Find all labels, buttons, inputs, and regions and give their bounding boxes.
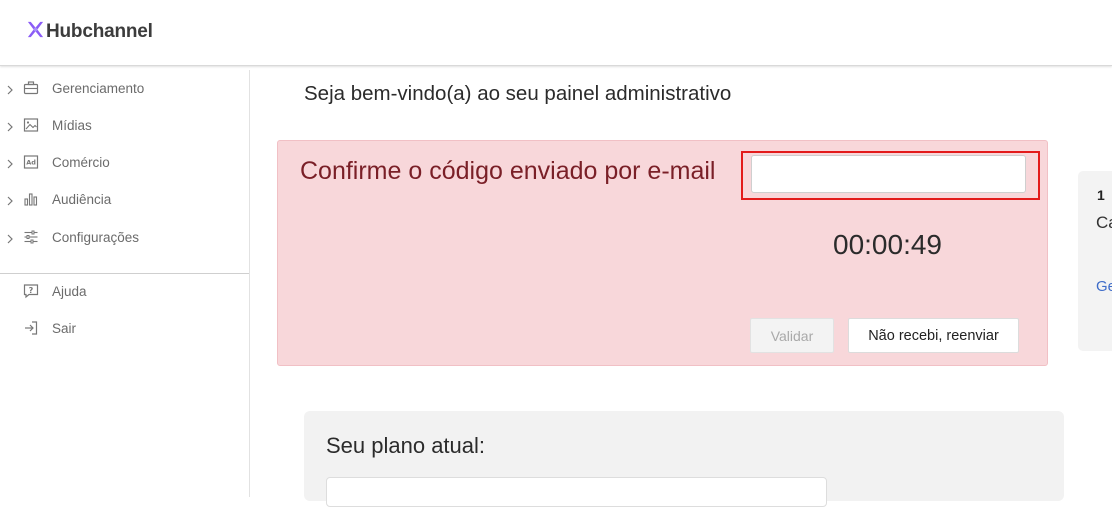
sidebar-item-label: Ajuda xyxy=(52,284,87,299)
svg-text:Ad: Ad xyxy=(26,159,36,167)
plan-title: Seu plano atual: xyxy=(326,433,486,458)
sidebar-item-sair[interactable]: Sair xyxy=(0,319,249,339)
countdown-timer: 00:00:49 xyxy=(833,229,942,260)
chevron-right-icon xyxy=(6,84,14,96)
sidebar-item-label: Sair xyxy=(52,321,77,336)
current-plan-card: Seu plano atual: xyxy=(304,411,1064,507)
side-card-number: 1 xyxy=(1097,187,1105,203)
sidebar-item-label: Gerenciamento xyxy=(52,81,145,96)
bar-chart-icon xyxy=(23,191,39,207)
plan-box xyxy=(326,477,827,507)
sidebar: Gerenciamento Mídias Ad Comércio Audiênc… xyxy=(0,70,250,497)
sidebar-item-configuracoes[interactable]: Configurações xyxy=(0,228,249,248)
ad-icon: Ad xyxy=(23,154,39,170)
image-icon xyxy=(23,117,39,133)
verification-card: Confirme o código enviado por e-mail 00:… xyxy=(277,140,1048,366)
chevron-right-icon xyxy=(6,121,14,133)
sidebar-divider xyxy=(0,273,249,274)
logo-text: Hubchannel xyxy=(46,21,153,42)
chevron-right-icon xyxy=(6,233,14,245)
chevron-right-icon xyxy=(6,195,14,207)
side-card-link[interactable]: Ge xyxy=(1096,278,1112,295)
sidebar-item-gerenciamento[interactable]: Gerenciamento xyxy=(0,79,249,99)
sidebar-item-comercio[interactable]: Ad Comércio xyxy=(0,153,249,173)
briefcase-icon xyxy=(23,80,39,96)
side-card: 1 Ca Ge xyxy=(1078,171,1112,351)
sidebar-item-ajuda[interactable]: ? Ajuda xyxy=(0,282,249,302)
resend-code-button[interactable]: Não recebi, reenviar xyxy=(848,318,1019,353)
hubchannel-x-icon xyxy=(26,20,46,44)
sliders-icon xyxy=(23,229,39,245)
validate-button[interactable]: Validar xyxy=(750,318,834,353)
sidebar-item-label: Comércio xyxy=(52,155,110,170)
side-card-text: Ca xyxy=(1096,213,1112,232)
sidebar-item-audiencia[interactable]: Audiência xyxy=(0,190,249,210)
logo[interactable]: Hubchannel xyxy=(26,20,153,44)
sidebar-item-label: Configurações xyxy=(52,230,140,245)
sidebar-item-midias[interactable]: Mídias xyxy=(0,116,249,136)
page-title: Seja bem-vindo(a) ao seu painel administ… xyxy=(304,82,732,105)
sidebar-item-label: Audiência xyxy=(52,192,112,207)
verification-code-input[interactable] xyxy=(751,155,1026,193)
sidebar-item-label: Mídias xyxy=(52,118,92,133)
chevron-right-icon xyxy=(6,158,14,170)
verification-title: Confirme o código enviado por e-mail xyxy=(300,157,716,185)
logout-icon xyxy=(23,320,39,336)
top-header: Hubchannel xyxy=(0,0,1112,66)
help-icon: ? xyxy=(23,283,39,299)
svg-text:?: ? xyxy=(29,286,34,295)
